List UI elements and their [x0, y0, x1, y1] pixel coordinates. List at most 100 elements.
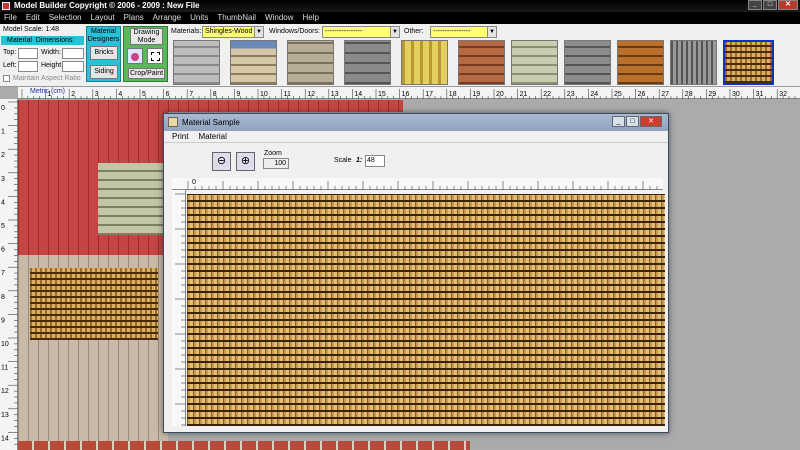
dialog-vertical-ruler [172, 190, 186, 426]
menu-layout[interactable]: Layout [91, 12, 115, 24]
ruler-number: 32 [779, 91, 787, 98]
width-label: Width: [41, 49, 61, 56]
horizontal-ruler: Metric (cm) 1 2 3 4 5 6 7 8 9 10 11 12 13 14 15 16 17 18 1… [18, 87, 800, 99]
dialog-maximize-icon[interactable]: □ [626, 116, 639, 127]
dialog-title-bar: Material Sample _ □ ✕ [164, 114, 668, 131]
scale-input[interactable]: 48 [365, 155, 385, 167]
ruler-number: 24 [590, 91, 598, 98]
top-label: Top: [3, 49, 17, 56]
material-label: Material [7, 37, 32, 44]
maintain-aspect-checkbox[interactable] [3, 75, 10, 82]
drawing-mode-panel: Drawing Mode Crop/Paint [123, 26, 168, 82]
dialog-ruler-ticks [187, 181, 658, 190]
windows-doors-select-value: ---------------- [325, 28, 363, 35]
zoom-out-icon[interactable]: ⊖ [212, 152, 231, 171]
materials-select[interactable]: Shingles-Wood ▼ [202, 26, 264, 38]
chevron-down-icon: ▼ [390, 27, 399, 37]
menu-arrange[interactable]: Arrange [153, 12, 181, 24]
menu-window[interactable]: Window [265, 12, 293, 24]
title-bar: Model Builder Copyright © 2006 - 2009 : … [0, 0, 800, 12]
window-title: Model Builder Copyright © 2006 - 2009 : … [14, 1, 200, 10]
ruler-number-vertical: 1 [1, 129, 5, 136]
material-swatch-yellow-wood[interactable] [401, 40, 448, 85]
ruler-number-vertical: 7 [1, 270, 5, 277]
ruler-number-vertical: 11 [1, 365, 8, 372]
material-swatch-dark-slate[interactable] [344, 40, 391, 85]
brick-strip[interactable] [18, 441, 470, 450]
ruler-number: 18 [449, 91, 457, 98]
crop-tool-icon[interactable] [147, 48, 163, 64]
ruler-number-vertical: 4 [1, 199, 5, 206]
ruler-number-vertical: 2 [1, 152, 5, 159]
material-swatch-weathered-wood[interactable] [670, 40, 717, 85]
top-input[interactable] [18, 48, 38, 59]
ruler-number: 12 [307, 91, 315, 98]
ruler-number-vertical: 3 [1, 176, 5, 183]
materials-select-value: Shingles-Wood [205, 28, 253, 35]
dialog-minimize-icon[interactable]: _ [612, 116, 625, 127]
ruler-number: 20 [496, 91, 504, 98]
ruler-number-vertical: 10 [1, 341, 9, 348]
ruler-number: 23 [567, 91, 575, 98]
material-swatch-red-cedar[interactable] [458, 40, 505, 85]
zoom-in-icon[interactable]: ⊕ [236, 152, 255, 171]
material-swatch-slate-tan[interactable] [287, 40, 334, 85]
ruler-number: 7 [189, 91, 193, 98]
dialog-menu-material[interactable]: Material [198, 131, 226, 142]
dialog-app-icon [168, 117, 178, 127]
close-icon[interactable]: ✕ [778, 0, 798, 10]
menu-edit[interactable]: Edit [26, 12, 40, 24]
red-siding-strip[interactable] [168, 100, 403, 112]
dialog-close-icon[interactable]: ✕ [640, 116, 662, 127]
ruler-number: 31 [756, 91, 764, 98]
wood-shingle-sample[interactable] [187, 194, 665, 426]
wood-shingle-patch[interactable] [30, 268, 158, 340]
menu-help[interactable]: Help [303, 12, 319, 24]
menu-selection[interactable]: Selection [49, 12, 82, 24]
left-input[interactable] [18, 61, 38, 72]
ruler-number: 17 [425, 91, 433, 98]
menu-plans[interactable]: Plans [124, 12, 144, 24]
ruler-number: 11 [284, 91, 291, 98]
left-label: Left: [3, 62, 17, 69]
materials-label: Materials: [171, 28, 202, 35]
ruler-number: 28 [685, 91, 693, 98]
ruler-number: 2 [71, 91, 75, 98]
menu-units[interactable]: Units [190, 12, 208, 24]
dialog-menu-print[interactable]: Print [172, 131, 188, 142]
siding-button[interactable]: Siding [90, 65, 118, 79]
ruler-number: 4 [118, 91, 122, 98]
ruler-number: 14 [354, 91, 362, 98]
material-swatch-gray-slate[interactable] [564, 40, 611, 85]
windows-doors-select[interactable]: ---------------- ▼ [322, 26, 400, 38]
bricks-button[interactable]: Bricks [90, 46, 118, 60]
vertical-ruler: 0 1 2 3 4 5 6 7 8 9 10 11 12 13 14 [0, 99, 18, 450]
dialog-menu-bar: Print Material [164, 131, 668, 143]
ruler-ticks-vertical: 01234567891011121314 [1, 101, 18, 445]
model-scale-label: Model Scale: 1:48 [3, 26, 60, 33]
paint-bucket-icon[interactable] [127, 48, 143, 64]
material-swatch-green-gray[interactable] [511, 40, 558, 85]
ruler-ticks: 1 2 3 4 5 6 7 8 9 10 11 12 13 14 15 16 17 18 19 20 21 22 23 24 2… [21, 89, 796, 99]
ruler-number: 5 [142, 91, 146, 98]
material-swatch-shingles-wood-selected[interactable] [723, 40, 774, 85]
other-select[interactable]: ---------------- ▼ [430, 26, 497, 38]
maximize-icon[interactable]: □ [763, 0, 777, 10]
height-label: Height: [41, 62, 64, 69]
gray-shingle-patch[interactable] [98, 163, 168, 235]
menu-file[interactable]: File [4, 12, 17, 24]
material-swatch-tan-shingle[interactable] [230, 40, 277, 85]
crop-paint-button[interactable]: Crop/Paint [128, 68, 165, 79]
material-swatch-gray-shingle[interactable] [173, 40, 220, 85]
width-input[interactable] [62, 48, 84, 59]
ruler-number-vertical: 9 [1, 317, 5, 324]
ruler-number-vertical: 6 [1, 247, 5, 254]
minimize-icon[interactable]: _ [748, 0, 762, 10]
scale-prefix: 1: [356, 157, 363, 164]
chevron-down-icon: ▼ [254, 27, 263, 37]
menu-thumbnail[interactable]: ThumbNail [217, 12, 256, 24]
ruler-number-vertical: 12 [1, 388, 9, 395]
material-swatch-brown-wood[interactable] [617, 40, 664, 85]
height-input[interactable] [62, 61, 84, 72]
ruler-number: 27 [661, 91, 669, 98]
